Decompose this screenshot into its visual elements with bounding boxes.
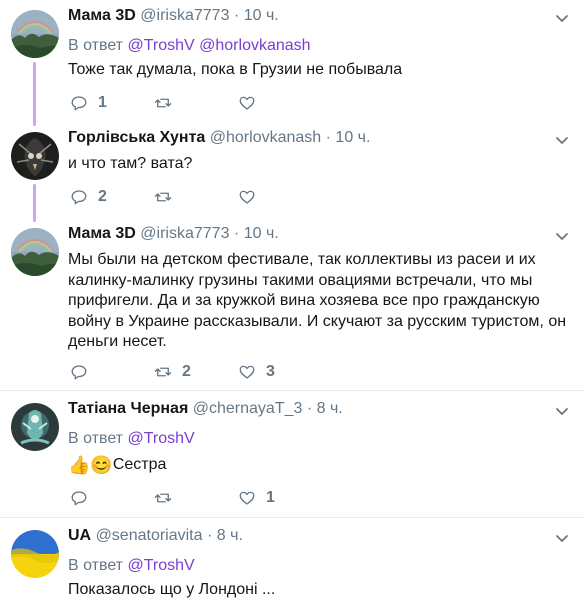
- chevron-down-icon[interactable]: [554, 132, 570, 148]
- author-name[interactable]: Мама 3D: [68, 7, 136, 24]
- mention-link[interactable]: @TroshV: [127, 557, 194, 574]
- like-button[interactable]: 1: [238, 487, 275, 509]
- timestamp[interactable]: 10 ч.: [335, 129, 370, 146]
- tweet-text-line: 👍 😊 Сестра: [68, 455, 572, 476]
- reply-icon: [71, 365, 87, 380]
- tweet-2[interactable]: Горлівська Хунта @horlovkanash · 10 ч. и…: [0, 122, 584, 218]
- tweet-header: Мама 3D @iriska7773 · 10 ч.: [68, 6, 279, 26]
- retweet-icon: [154, 493, 172, 503]
- tweet-actions: 1: [68, 92, 328, 114]
- tweet-header: Горлівська Хунта @horlovkanash · 10 ч.: [68, 128, 370, 148]
- like-count: 3: [266, 363, 275, 380]
- retweet-button[interactable]: [154, 92, 182, 114]
- mention-link[interactable]: @TroshV: [127, 430, 194, 447]
- chevron-down-icon[interactable]: [554, 530, 570, 546]
- tweet-header: Мама 3D @iriska7773 · 10 ч.: [68, 224, 279, 244]
- separator-dot: ·: [233, 225, 240, 242]
- tweet-actions: 2 3: [68, 361, 328, 383]
- author-handle[interactable]: @chernayaT_3: [193, 400, 303, 417]
- author-name[interactable]: Татіана Черная: [68, 400, 188, 417]
- tweet-feed: Мама 3D @iriska7773 · 10 ч. В ответ @Tro…: [0, 0, 584, 608]
- retweet-button[interactable]: [154, 487, 182, 509]
- reply-button[interactable]: [70, 487, 98, 509]
- avatar[interactable]: [11, 10, 59, 58]
- like-button[interactable]: [238, 92, 266, 114]
- reply-icon: [71, 190, 87, 205]
- tweet-1[interactable]: Мама 3D @iriska7773 · 10 ч. В ответ @Tro…: [0, 0, 584, 122]
- author-name[interactable]: UA: [68, 527, 91, 544]
- timestamp[interactable]: 10 ч.: [244, 225, 279, 242]
- author-name[interactable]: Мама 3D: [68, 225, 136, 242]
- retweet-icon: [154, 98, 172, 108]
- timestamp[interactable]: 8 ч.: [317, 400, 343, 417]
- avatar[interactable]: [11, 530, 59, 578]
- like-button[interactable]: 3: [238, 361, 275, 383]
- reply-button[interactable]: 2: [70, 186, 107, 208]
- tweet-header: UA @senatoriavita · 8 ч.: [68, 526, 243, 546]
- reply-button[interactable]: 1: [70, 92, 107, 114]
- reply-prefix: В ответ: [68, 557, 124, 574]
- chevron-down-icon[interactable]: [554, 403, 570, 419]
- separator-dot: ·: [325, 129, 331, 146]
- timestamp[interactable]: 10 ч.: [244, 7, 279, 24]
- tweet-5[interactable]: UA @senatoriavita · 8 ч. В ответ @TroshV…: [0, 518, 584, 608]
- author-name[interactable]: Горлівська Хунта: [68, 129, 205, 146]
- reply-count: 1: [98, 94, 107, 111]
- mention-link[interactable]: @horlovkanash: [199, 37, 310, 54]
- reply-count: 2: [98, 188, 107, 205]
- reply-to-line: В ответ @TroshV @horlovkanash: [68, 36, 311, 56]
- separator-dot: ·: [233, 7, 240, 24]
- thumbs-up-emoji: 👍: [68, 455, 91, 475]
- chevron-down-icon[interactable]: [554, 10, 570, 26]
- reply-prefix: В ответ: [68, 37, 124, 54]
- retweet-count: 2: [182, 363, 191, 380]
- author-handle[interactable]: @horlovkanash: [210, 129, 321, 146]
- mention-link[interactable]: @TroshV: [127, 37, 194, 54]
- like-icon: [239, 365, 255, 379]
- reply-button[interactable]: [70, 361, 98, 383]
- like-button[interactable]: [238, 186, 266, 208]
- tweet-text: Сестра: [112, 456, 167, 473]
- timestamp[interactable]: 8 ч.: [217, 527, 243, 544]
- separator-dot: ·: [206, 527, 213, 544]
- tweet-text: и что там? вата?: [68, 155, 193, 172]
- tweet-4[interactable]: Татіана Черная @chernayaT_3 · 8 ч. В отв…: [0, 391, 584, 517]
- retweet-button[interactable]: [154, 186, 182, 208]
- tweet-text: Показалось що у Лондоні ...: [68, 581, 276, 598]
- retweet-button[interactable]: 2: [154, 361, 191, 383]
- retweet-icon: [154, 192, 172, 202]
- reply-to-line: В ответ @TroshV: [68, 429, 195, 449]
- tweet-actions: 1: [68, 487, 328, 509]
- avatar[interactable]: [11, 228, 59, 276]
- like-icon: [239, 190, 255, 204]
- separator-dot: ·: [306, 400, 313, 417]
- tweet-text: Мы были на детском фестивале, так коллек…: [68, 251, 567, 350]
- reply-prefix: В ответ: [68, 430, 124, 447]
- reply-icon: [71, 491, 87, 506]
- tweet-text: Тоже так думала, пока в Грузии не побыва…: [68, 61, 403, 78]
- avatar[interactable]: [11, 403, 59, 451]
- retweet-icon: [154, 367, 172, 377]
- tweet-3[interactable]: Мама 3D @iriska7773 · 10 ч. Мы были на д…: [0, 218, 584, 390]
- smile-emoji: 😊: [90, 455, 113, 475]
- author-handle[interactable]: @iriska7773: [140, 225, 229, 242]
- avatar[interactable]: [11, 132, 59, 180]
- chevron-down-icon[interactable]: [554, 228, 570, 244]
- like-count: 1: [266, 489, 275, 506]
- reply-to-line: В ответ @TroshV: [68, 556, 195, 576]
- tweet-actions: 2: [68, 186, 328, 208]
- tweet-header: Татіана Черная @chernayaT_3 · 8 ч.: [68, 399, 343, 419]
- like-icon: [239, 491, 255, 505]
- reply-icon: [71, 96, 87, 111]
- author-handle[interactable]: @iriska7773: [140, 7, 229, 24]
- author-handle[interactable]: @senatoriavita: [96, 527, 203, 544]
- like-icon: [239, 96, 255, 110]
